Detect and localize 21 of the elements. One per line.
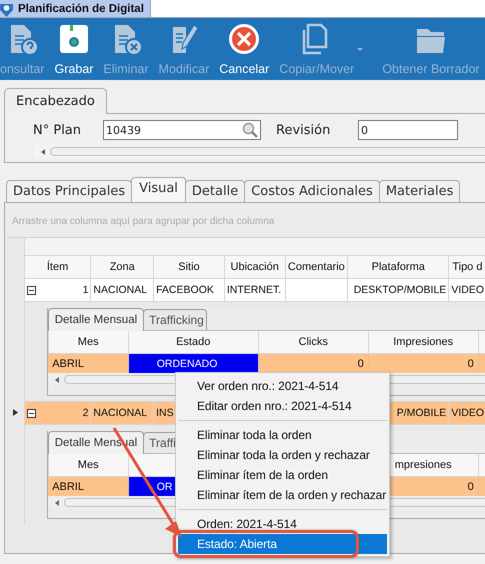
table-cell: 2: [82, 407, 88, 419]
table-cell: ABRIL: [52, 358, 84, 370]
table-cell: P/MOBILE: [396, 407, 446, 419]
table-cell: VIDEO: [451, 284, 484, 296]
table-cell: 0: [468, 358, 474, 370]
table-cell: DESKTOP/MOBILE: [354, 284, 446, 296]
table-cell: INS: [156, 407, 174, 419]
table-cell: FACEBOOK: [156, 284, 214, 296]
table-cell: 0: [358, 358, 364, 370]
group-hint: Arrastre una columna aquí para agrupar por dicha columna: [12, 216, 274, 226]
table-cell: VIDEO: [451, 407, 484, 419]
table-cell: ABRIL: [52, 480, 84, 492]
field-label: N° Plan: [32, 122, 82, 138]
field-label: Revisión: [275, 122, 332, 138]
table-cell: NACIONAL: [93, 407, 148, 419]
table-cell: ORDENADO: [156, 358, 218, 370]
table-cell: OR: [156, 480, 172, 492]
table-cell: 1: [82, 284, 88, 296]
table-cell: INTERNET.: [226, 284, 282, 296]
table-cell: 0: [468, 480, 474, 492]
table-cell: NACIONAL: [93, 284, 148, 296]
